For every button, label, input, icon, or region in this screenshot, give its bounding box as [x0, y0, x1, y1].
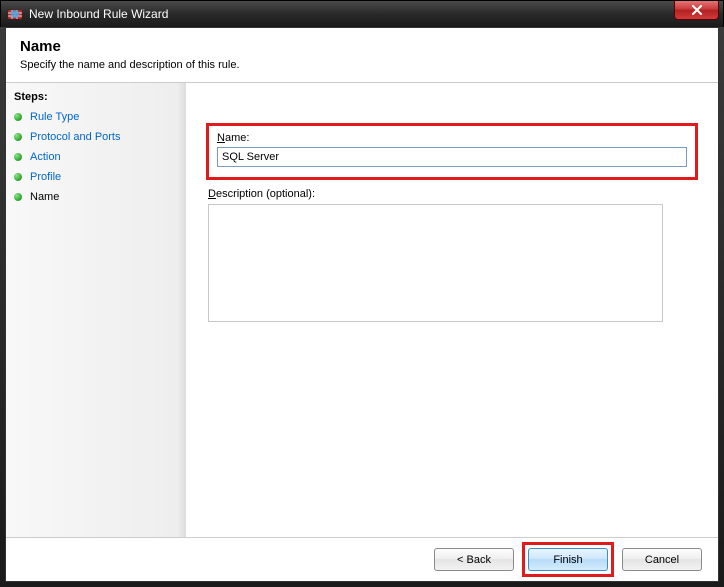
finish-button[interactable]: Finish — [528, 548, 608, 571]
finish-label: Finish — [553, 554, 582, 566]
step-profile[interactable]: Profile — [14, 167, 178, 187]
cancel-button[interactable]: Cancel — [622, 548, 702, 571]
back-button[interactable]: < Back — [434, 548, 514, 571]
step-rule-type[interactable]: Rule Type — [14, 107, 178, 127]
step-label: Name — [30, 191, 59, 203]
window-title: New Inbound Rule Wizard — [29, 7, 168, 21]
step-label: Profile — [30, 171, 61, 183]
close-icon — [691, 5, 703, 15]
page-subtitle: Specify the name and description of this… — [20, 59, 704, 71]
description-label: Description (optional): — [208, 188, 698, 200]
bullet-icon — [14, 113, 22, 121]
desc-accel: D — [208, 188, 216, 200]
wizard-header: Name Specify the name and description of… — [6, 28, 718, 83]
wizard-body: Steps: Rule Type Protocol and Ports Acti… — [6, 83, 718, 537]
step-label: Rule Type — [30, 111, 79, 123]
name-input[interactable] — [217, 147, 687, 167]
title-bar: New Inbound Rule Wizard — [1, 1, 723, 28]
button-bar: < Back Finish Cancel — [6, 537, 718, 581]
cancel-label: Cancel — [645, 554, 679, 566]
name-highlight-box: Name: — [206, 123, 698, 180]
step-action[interactable]: Action — [14, 147, 178, 167]
bullet-icon — [14, 193, 22, 201]
name-label-rest: ame: — [225, 132, 249, 144]
finish-highlight-box: Finish — [522, 542, 614, 577]
page-title: Name — [20, 38, 704, 55]
step-protocol-and-ports[interactable]: Protocol and Ports — [14, 127, 178, 147]
close-button[interactable] — [674, 1, 719, 20]
firewall-icon — [7, 6, 23, 22]
description-input[interactable] — [208, 204, 663, 322]
step-label: Protocol and Ports — [30, 131, 121, 143]
step-name[interactable]: Name — [14, 187, 178, 207]
bullet-icon — [14, 153, 22, 161]
main-panel: Name: Description (optional): — [186, 83, 718, 537]
content-frame: Name Specify the name and description of… — [5, 27, 719, 582]
steps-panel: Steps: Rule Type Protocol and Ports Acti… — [6, 83, 186, 537]
step-label: Action — [30, 151, 61, 163]
back-label: < Back — [457, 554, 491, 566]
desc-label-rest: escription (optional): — [216, 188, 315, 200]
name-accel: N — [217, 132, 225, 144]
name-label: Name: — [217, 132, 687, 144]
bullet-icon — [14, 173, 22, 181]
bullet-icon — [14, 133, 22, 141]
steps-header: Steps: — [14, 89, 178, 107]
